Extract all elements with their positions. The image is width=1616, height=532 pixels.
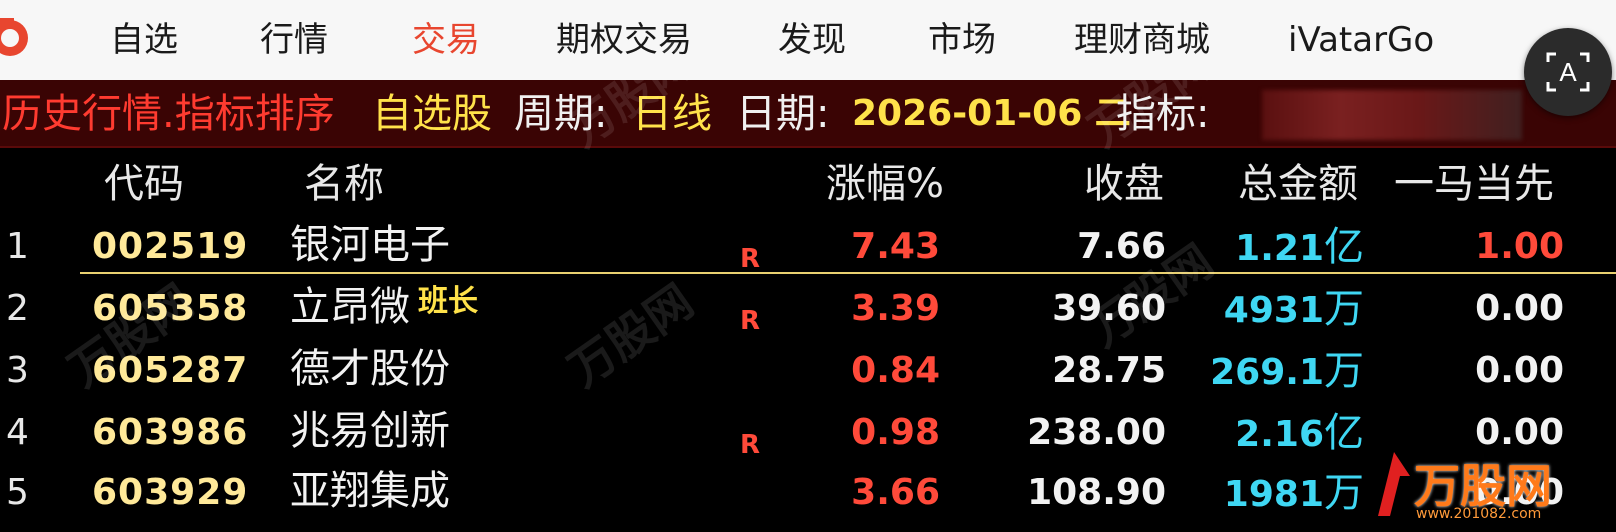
nav-item-favorites[interactable]: 自选	[110, 18, 178, 62]
stock-code: 603929	[92, 472, 249, 513]
brand-arrow-icon	[1378, 452, 1410, 516]
row-index: 3	[6, 350, 29, 391]
stock-code: 603986	[92, 412, 249, 453]
top-nav-bar: 自选 行情 交易 期权交易 发现 市场 理财商城 iVatarGo	[0, 0, 1616, 80]
amount-unit: 亿	[1324, 224, 1364, 270]
total-amount: 4931万	[1124, 284, 1364, 336]
amount-value: 4931	[1223, 290, 1324, 331]
indicator-value: 0.00	[1475, 350, 1564, 391]
monitor-badge: 班长	[418, 284, 478, 319]
list-name[interactable]: 自选股	[372, 86, 492, 142]
total-amount: 1.21亿	[1124, 222, 1364, 274]
stock-code: 605287	[92, 350, 249, 391]
stock-code: 605358	[92, 288, 249, 329]
stock-name: 立昂微	[290, 284, 410, 330]
header-close[interactable]: 收盘	[1084, 156, 1164, 212]
indicator-value: 1.00	[1475, 226, 1564, 267]
stock-code: 002519	[92, 226, 249, 267]
scan-text-button[interactable]: A	[1524, 28, 1612, 116]
header-change-pct[interactable]: 涨幅%	[826, 156, 944, 212]
nav-item-market[interactable]: 市场	[928, 18, 996, 62]
header-code[interactable]: 代码	[104, 156, 184, 212]
history-title: 历史行情.指标排序	[2, 91, 335, 137]
row-index: 1	[6, 226, 29, 267]
nav-item-options-trade[interactable]: 期权交易	[556, 18, 692, 62]
row-index: 5	[6, 472, 29, 513]
selection-line	[80, 272, 1616, 274]
r-tag: R	[740, 244, 761, 274]
header-total-amount[interactable]: 总金额	[1238, 156, 1358, 212]
indicator-value-blurred	[1262, 90, 1522, 140]
change-pct: 7.43	[851, 226, 940, 267]
indicator-value: 0.00	[1475, 288, 1564, 329]
indicator-label: 指标:	[1116, 91, 1210, 137]
nav-item-wealth-mall[interactable]: 理财商城	[1074, 18, 1210, 62]
change-pct: 0.84	[851, 350, 940, 391]
scan-text-icon: A	[1546, 52, 1590, 92]
brand-watermark: 万股网 www.201082.com	[1368, 440, 1616, 530]
date-value[interactable]: 2026-01-06 二	[852, 86, 1131, 142]
amount-unit: 万	[1324, 470, 1364, 516]
svg-text:A: A	[1559, 57, 1577, 87]
amount-value: 1981	[1223, 474, 1324, 515]
app-logo-icon	[0, 18, 28, 56]
amount-unit: 万	[1324, 348, 1364, 394]
period-value[interactable]: 日线	[632, 86, 712, 142]
change-pct: 3.39	[851, 288, 940, 329]
header-indicator[interactable]: 一马当先	[1394, 156, 1554, 212]
change-pct: 0.98	[851, 412, 940, 453]
stock-name: 德才股份	[290, 346, 450, 392]
nav-item-ivatargo[interactable]: iVatarGo	[1288, 18, 1434, 62]
stock-name: 兆易创新	[290, 408, 450, 454]
total-amount: 1981万	[1124, 468, 1364, 520]
brand-url: www.201082.com	[1416, 506, 1542, 522]
row-index: 2	[6, 288, 29, 329]
amount-value: 269.1	[1210, 352, 1324, 393]
row-index: 4	[6, 412, 29, 453]
total-amount: 269.1万	[1124, 346, 1364, 398]
nav-item-trade[interactable]: 交易	[412, 18, 480, 62]
amount-unit: 亿	[1324, 410, 1364, 456]
amount-value: 1.21	[1235, 228, 1324, 269]
watermark: 万股网	[558, 273, 703, 398]
total-amount: 2.16亿	[1124, 408, 1364, 460]
stock-name: 银河电子	[290, 222, 450, 268]
header-name[interactable]: 名称	[304, 156, 384, 212]
change-pct: 3.66	[851, 472, 940, 513]
nav-item-quotes[interactable]: 行情	[260, 18, 328, 62]
nav-item-discover[interactable]: 发现	[778, 18, 846, 62]
amount-unit: 万	[1324, 286, 1364, 332]
stock-name: 亚翔集成	[290, 468, 450, 514]
date-label: 日期:	[736, 91, 830, 137]
amount-value: 2.16	[1235, 414, 1324, 455]
r-tag: R	[740, 430, 761, 460]
r-tag: R	[740, 306, 761, 336]
period-label: 周期:	[514, 91, 608, 137]
